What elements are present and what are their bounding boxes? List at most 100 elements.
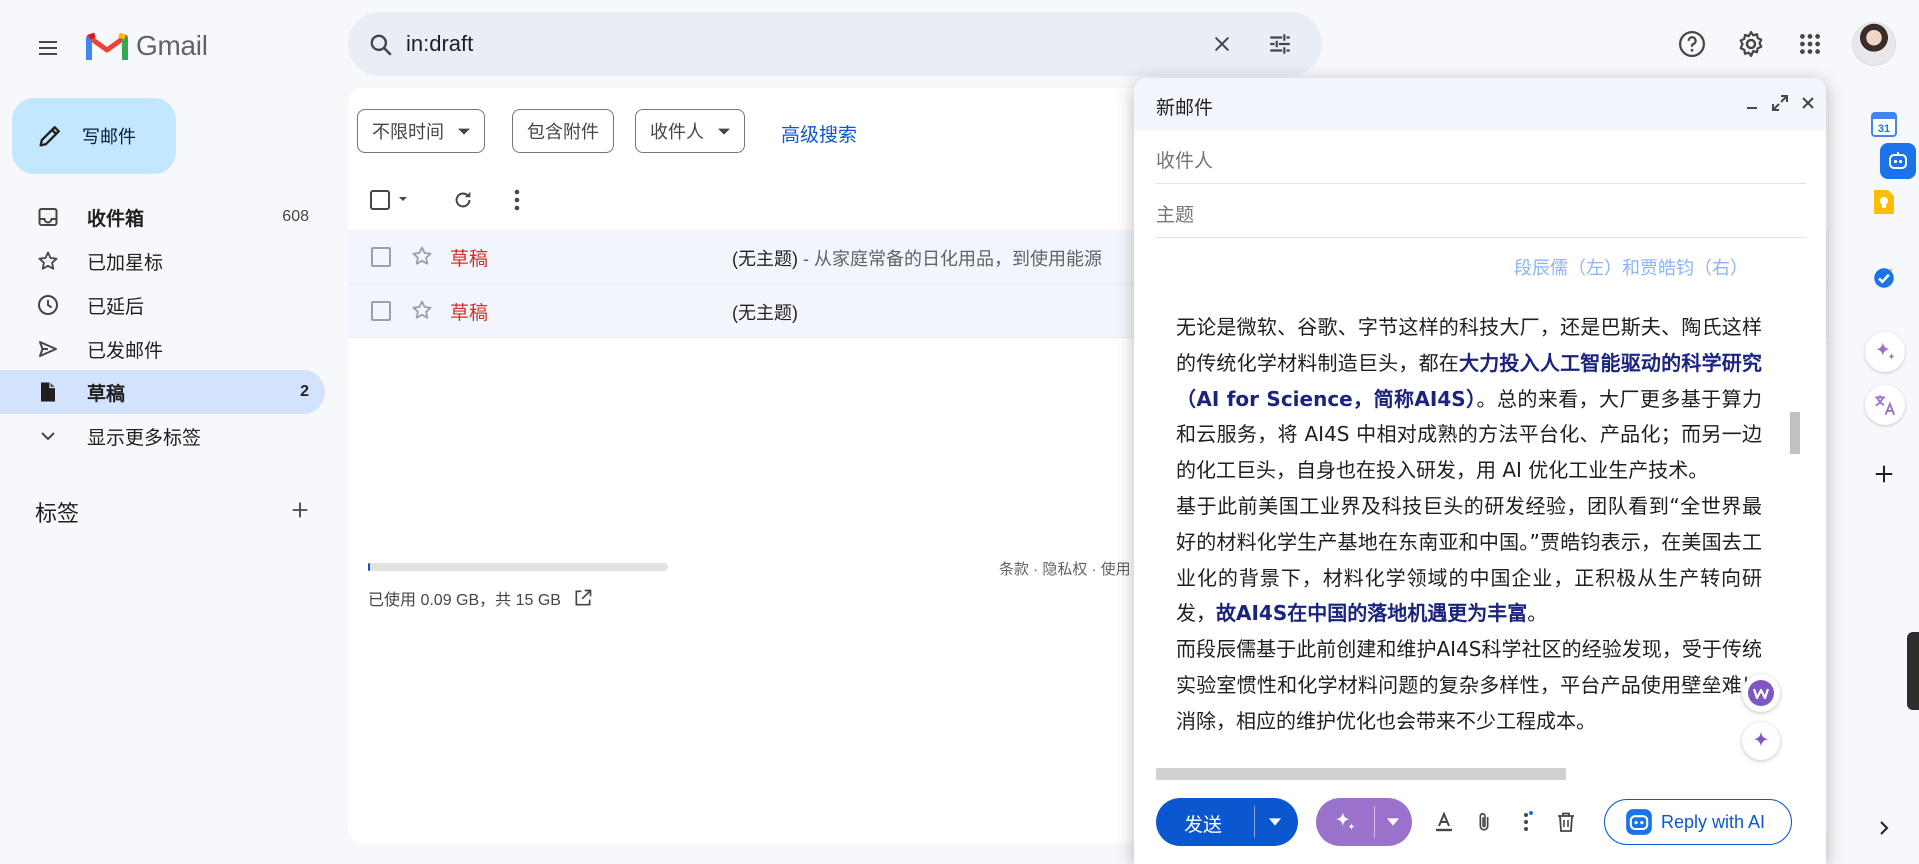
ai-sparkle-button[interactable] xyxy=(1742,722,1780,760)
apps-button[interactable] xyxy=(1786,20,1834,68)
calendar-app-button[interactable]: 31 xyxy=(1868,108,1900,140)
bot-icon xyxy=(1889,152,1907,169)
body-scrollbar[interactable] xyxy=(1790,412,1800,454)
account-avatar[interactable] xyxy=(1852,22,1896,66)
advanced-search-link[interactable]: 高级搜索 xyxy=(781,120,857,147)
settings-button[interactable] xyxy=(1727,20,1775,68)
labels-heading: 标签 xyxy=(35,501,80,526)
gmail-logo[interactable]: Gmail xyxy=(86,26,208,66)
row-sender: 草稿 xyxy=(450,303,489,324)
ai-assistant-button[interactable] xyxy=(1880,143,1916,179)
help-icon xyxy=(1679,31,1705,57)
get-addons-button[interactable] xyxy=(1868,458,1900,490)
tasks-app-button[interactable] xyxy=(1868,262,1900,294)
more-compose-options-button[interactable] xyxy=(1514,808,1542,836)
nav-item-inbox[interactable]: 收件箱 608 xyxy=(0,195,325,239)
nav-item-label: 显示更多标签 xyxy=(87,427,202,449)
pencil-icon xyxy=(39,126,60,147)
sparkle-icon xyxy=(1875,342,1895,361)
open-external-icon[interactable] xyxy=(573,588,593,608)
filter-recipient-chip[interactable]: 收件人 xyxy=(635,109,745,153)
search-icon[interactable] xyxy=(368,32,394,58)
nav-item-label: 草稿 xyxy=(87,383,126,405)
row-snippet: - 从家庭常备的日化用品，到使用能源 xyxy=(798,249,1102,269)
minimize-icon xyxy=(1747,107,1757,109)
add-label-button[interactable] xyxy=(284,494,316,526)
checkbox-icon xyxy=(370,190,407,210)
nav-item-more[interactable]: 显示更多标签 xyxy=(0,414,325,458)
search-bar[interactable]: in:draft xyxy=(348,12,1322,76)
search-options-button[interactable] xyxy=(1264,28,1296,60)
help-button[interactable] xyxy=(1668,20,1716,68)
discard-draft-button[interactable] xyxy=(1552,808,1580,836)
send-options-icon[interactable] xyxy=(1268,816,1282,828)
body-paragraph: 而段辰儒基于此前创建和维护AI4S科学社区的经验发现，受于传统实验室惯性和化学材… xyxy=(1176,632,1762,739)
nav-item-drafts[interactable]: 草稿 2 xyxy=(0,370,325,414)
nav-item-snoozed[interactable]: 已延后 xyxy=(0,283,325,327)
attach-file-button[interactable] xyxy=(1470,808,1498,836)
trash-icon xyxy=(1558,812,1574,832)
star-icon xyxy=(38,251,58,270)
close-icon xyxy=(1214,36,1230,52)
clear-search-button[interactable] xyxy=(1206,28,1238,60)
help-me-write-button[interactable] xyxy=(1316,798,1412,846)
compose-label: 写邮件 xyxy=(82,127,136,147)
fullscreen-button[interactable] xyxy=(1768,91,1792,115)
writing-assistant-button[interactable] xyxy=(1742,674,1780,712)
star-outline-icon[interactable] xyxy=(410,244,434,268)
inbox-count: 608 xyxy=(282,208,309,225)
select-all-checkbox[interactable] xyxy=(362,180,416,220)
nav-item-starred[interactable]: 已加星标 xyxy=(0,239,325,283)
more-vert-icon xyxy=(1524,811,1533,831)
minimize-button[interactable] xyxy=(1740,91,1764,115)
body-paragraph: 基于此前美国工业界及科技巨头的研发经验，团队看到“全世界最好的材料化学生产基地在… xyxy=(1176,489,1762,632)
body-highlight: 故AI4S在中国的落地机遇更为丰富 xyxy=(1216,601,1528,626)
nav-item-label: 已发邮件 xyxy=(87,340,164,362)
search-input[interactable]: in:draft xyxy=(406,32,473,56)
send-label: 发送 xyxy=(1184,815,1223,836)
to-field[interactable]: 收件人 xyxy=(1156,130,1806,184)
nav-item-sent[interactable]: 已发邮件 xyxy=(0,327,325,371)
filter-attachment-chip[interactable]: 包含附件 xyxy=(512,109,614,153)
storage-usage-bar xyxy=(368,563,668,571)
formatting-button[interactable] xyxy=(1430,808,1458,836)
horizontal-scrollbar[interactable] xyxy=(1156,768,1566,780)
send-button[interactable]: 发送 xyxy=(1156,798,1298,846)
subject-field[interactable]: 主题 xyxy=(1156,184,1806,238)
inbox-icon xyxy=(38,208,58,226)
row-sender: 草稿 xyxy=(450,249,489,270)
sparkle-icon xyxy=(1335,812,1355,831)
app-name: Gmail xyxy=(136,30,208,61)
more-options-button[interactable] xyxy=(497,180,537,220)
row-subject: (无主题) xyxy=(732,303,798,323)
compose-header[interactable]: 新邮件 xyxy=(1134,78,1826,130)
translate-button[interactable] xyxy=(1865,385,1905,425)
show-side-panel-button[interactable] xyxy=(1868,812,1900,844)
plus-icon xyxy=(1875,465,1893,483)
send-icon xyxy=(39,341,57,357)
close-compose-button[interactable] xyxy=(1796,91,1820,115)
keep-icon xyxy=(1874,190,1894,214)
message-body[interactable]: 无论是微软、谷歌、字节这样的科技大厂，还是巴斯夫、陶氏这样的传统化学材料制造巨头… xyxy=(1176,310,1762,740)
refresh-button[interactable] xyxy=(443,180,483,220)
row-checkbox[interactable] xyxy=(371,301,391,321)
filter-time-chip[interactable]: 不限时间 xyxy=(357,109,485,153)
calendar-icon: 31 xyxy=(1871,112,1897,137)
tasks-icon xyxy=(1874,268,1894,288)
keep-app-button[interactable] xyxy=(1868,186,1900,218)
footer-links[interactable]: 条款 · 隐私权 · 使用 xyxy=(999,558,1131,579)
row-checkbox[interactable] xyxy=(371,247,391,267)
body-text-segment: 而段辰儒基于此前创建和维护AI4S科学社区的经验发现，受于传统实验室惯性和化学材… xyxy=(1176,637,1762,733)
caret-down-icon[interactable] xyxy=(1386,816,1400,828)
side-panel-handle[interactable] xyxy=(1907,632,1919,710)
star-outline-icon[interactable] xyxy=(410,298,434,322)
ai-divider xyxy=(1374,806,1375,838)
body-text-segment: 。 xyxy=(1527,601,1548,626)
gemini-button[interactable] xyxy=(1865,332,1905,372)
filter-recipient-label: 收件人 xyxy=(650,122,704,142)
reply-with-ai-button[interactable]: Reply with AI xyxy=(1604,799,1792,845)
compose-button[interactable]: 写邮件 xyxy=(12,98,176,174)
main-menu-button[interactable] xyxy=(24,24,72,72)
send-divider xyxy=(1254,806,1255,838)
storage-usage-fill xyxy=(368,563,370,571)
